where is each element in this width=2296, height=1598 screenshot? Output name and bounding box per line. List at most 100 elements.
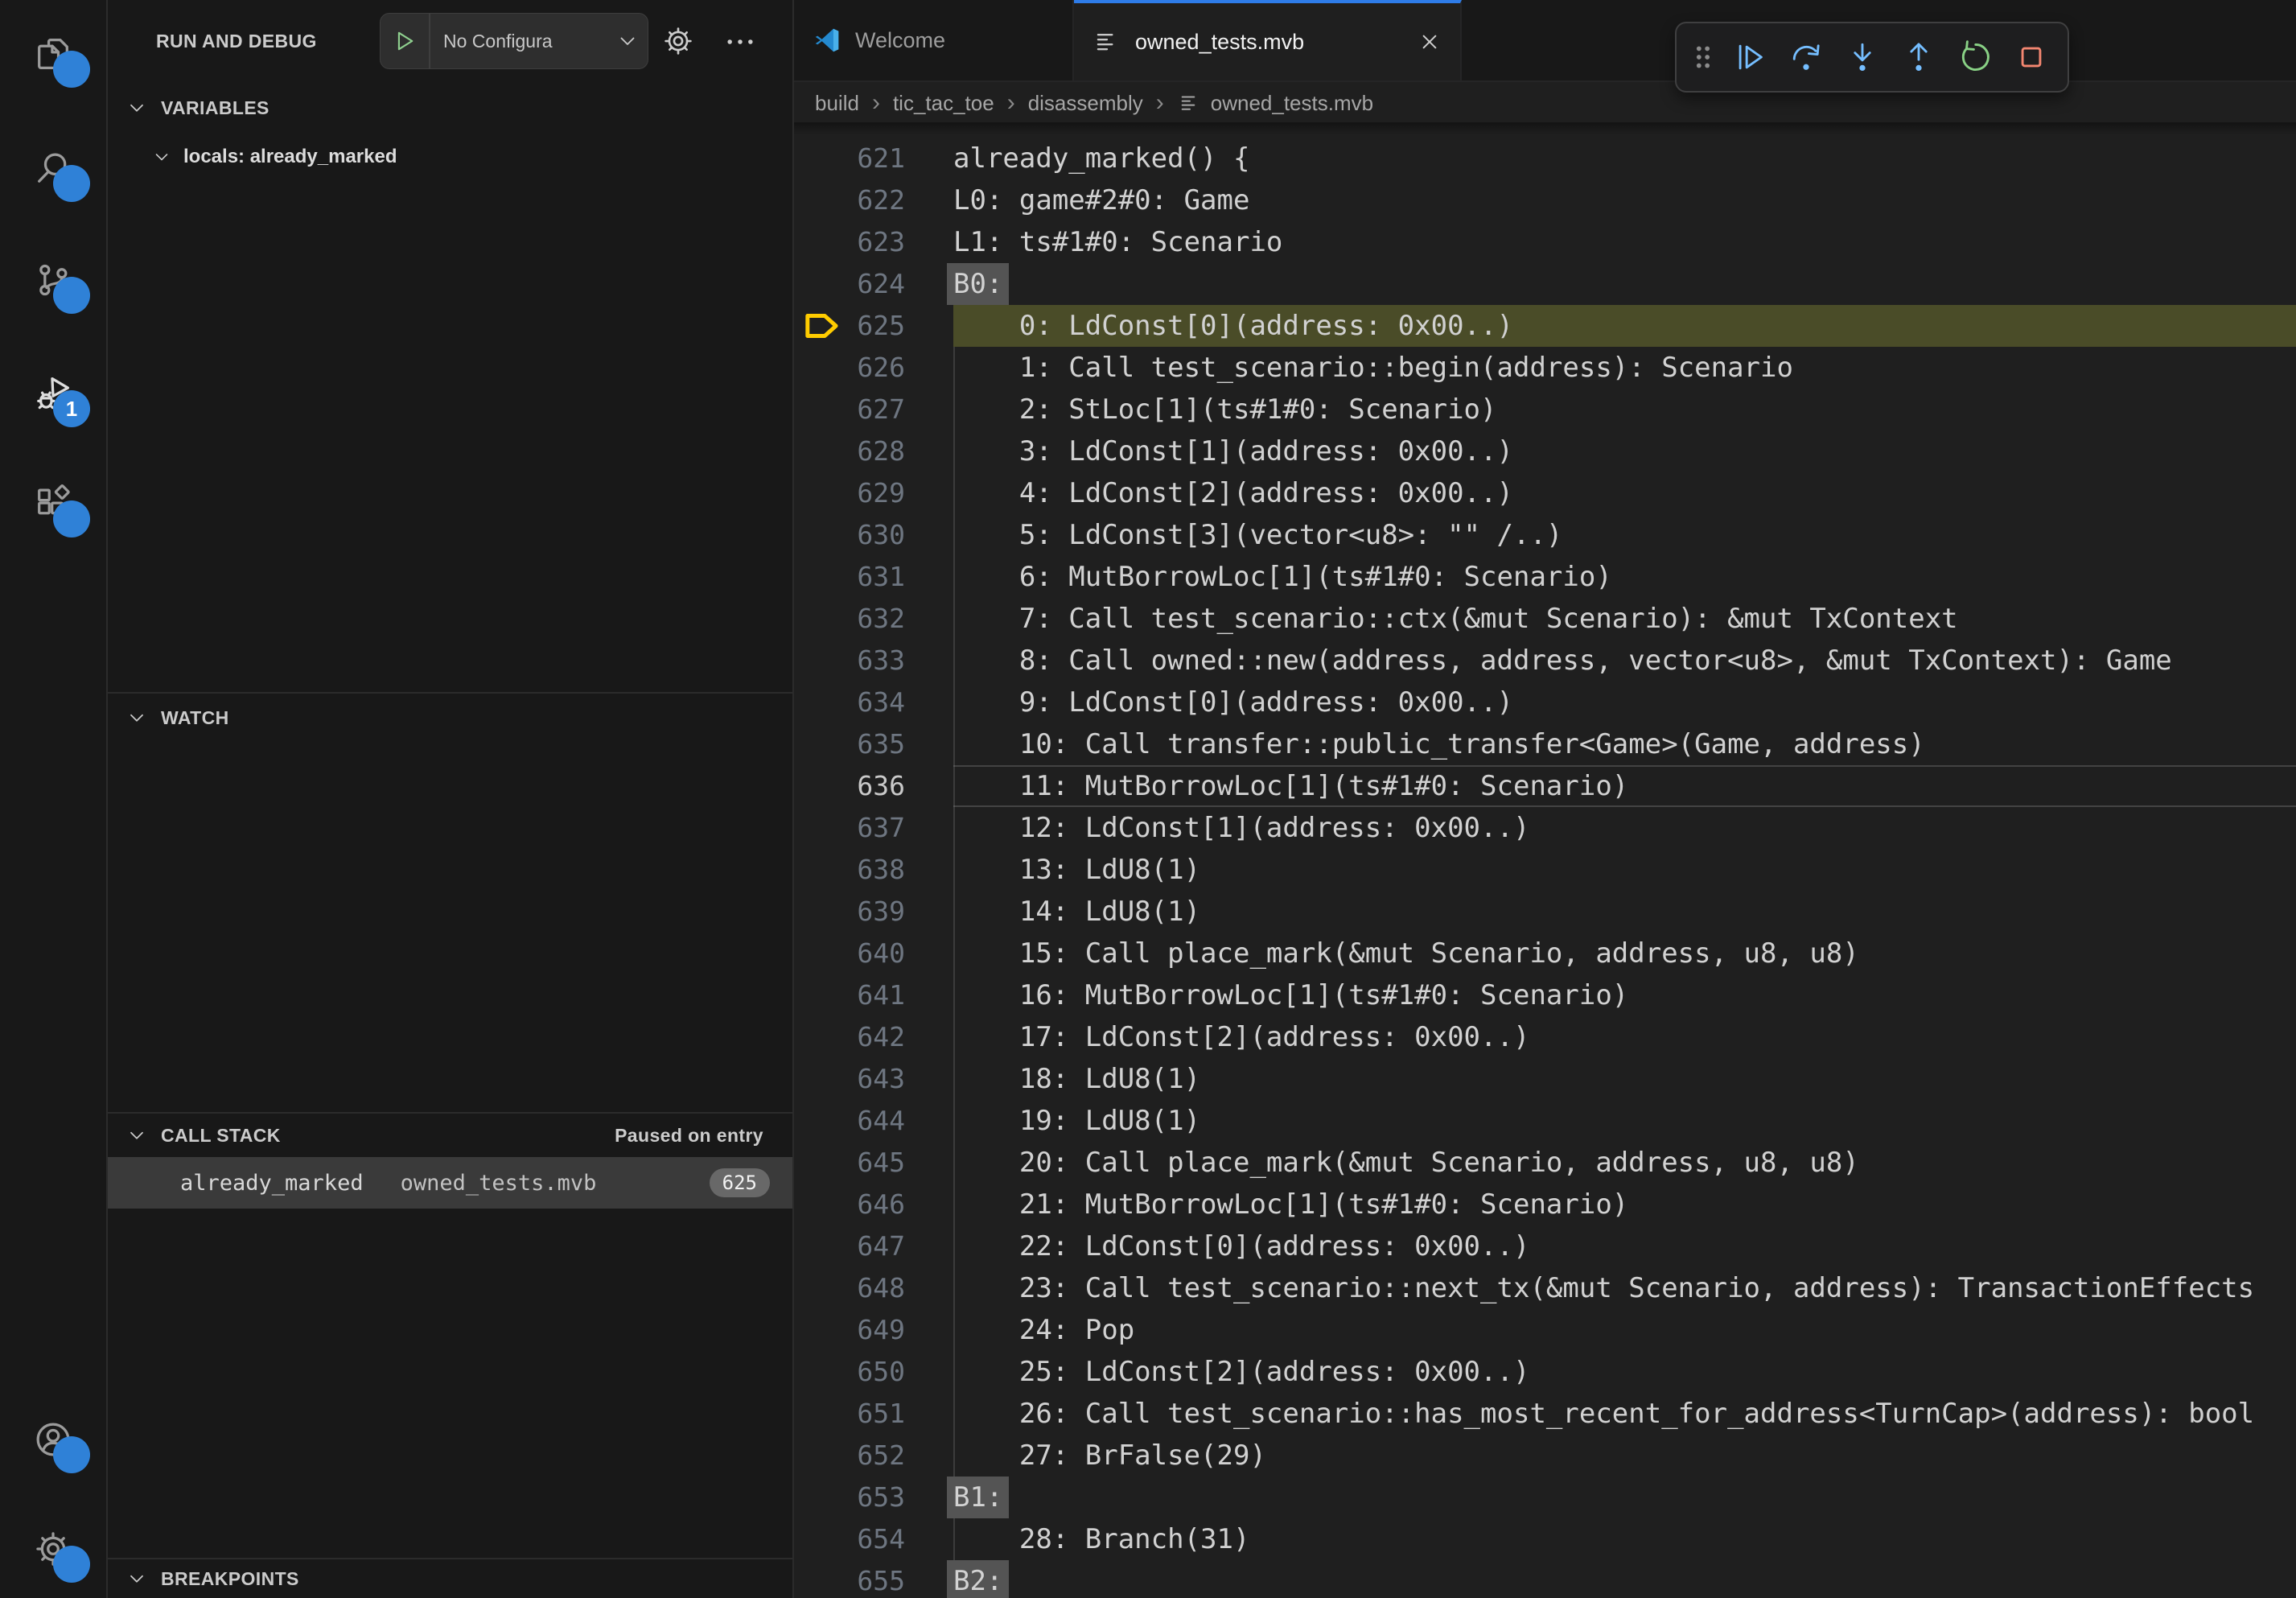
editor-gutter[interactable]: 636: [794, 765, 953, 807]
code-text[interactable]: 21: MutBorrowLoc[1](ts#1#0: Scenario): [953, 1184, 2296, 1225]
editor-gutter[interactable]: 634: [794, 682, 953, 723]
editor-gutter[interactable]: 622: [794, 179, 953, 221]
debug-settings-gear-icon[interactable]: [661, 24, 695, 58]
code-text[interactable]: 10: Call transfer::public_transfer<Game>…: [953, 723, 2296, 765]
breadcrumb-item[interactable]: build: [815, 91, 859, 116]
editor-gutter[interactable]: 646: [794, 1184, 953, 1225]
breadcrumb-item[interactable]: disassembly: [994, 89, 1143, 117]
editor-gutter[interactable]: 651: [794, 1393, 953, 1435]
code-text[interactable]: 20: Call place_mark(&mut Scenario, addre…: [953, 1142, 2296, 1184]
activity-bar-item[interactable]: [32, 259, 74, 301]
start-debugging-icon[interactable]: [391, 27, 418, 55]
code-text[interactable]: 28: Branch(31): [953, 1518, 2296, 1560]
editor-gutter[interactable]: 631: [794, 556, 953, 598]
editor-gutter[interactable]: 655: [794, 1560, 953, 1598]
editor-gutter[interactable]: 629: [794, 472, 953, 514]
code-text[interactable]: 1: Call test_scenario::begin(address): S…: [953, 347, 2296, 389]
code-text[interactable]: 19: LdU8(1): [953, 1100, 2296, 1142]
debug-toolbar-button[interactable]: [1892, 31, 1945, 84]
editor-gutter[interactable]: 653: [794, 1477, 953, 1518]
activity-bar-item[interactable]: 1: [32, 373, 74, 414]
activity-bar-item[interactable]: [32, 1528, 74, 1570]
editor-gutter[interactable]: 645: [794, 1142, 953, 1184]
editor-gutter[interactable]: 630: [794, 514, 953, 556]
editor-gutter[interactable]: 640: [794, 933, 953, 974]
views-more-actions-icon[interactable]: [722, 24, 758, 60]
debug-toolbar-button[interactable]: [1836, 31, 1889, 84]
debug-toolbar-button[interactable]: [2005, 31, 2058, 84]
activity-bar-item[interactable]: [32, 147, 74, 189]
editor-gutter[interactable]: 637: [794, 807, 953, 849]
editor-gutter[interactable]: 648: [794, 1267, 953, 1309]
code-viewport[interactable]: 621 already_marked() { 622 L0: game#2#0:…: [794, 122, 2296, 1598]
editor-gutter[interactable]: 624: [794, 263, 953, 305]
debug-toolbar-button[interactable]: [1780, 31, 1833, 84]
editor-gutter[interactable]: 626: [794, 347, 953, 389]
code-text[interactable]: 13: LdU8(1): [953, 849, 2296, 891]
code-text[interactable]: 27: BrFalse(29): [953, 1435, 2296, 1477]
code-text[interactable]: 25: LdConst[2](address: 0x00..): [953, 1351, 2296, 1393]
code-text[interactable]: 5: LdConst[3](vector<u8>: "" /..): [953, 514, 2296, 556]
code-text[interactable]: 3: LdConst[1](address: 0x00..): [953, 430, 2296, 472]
code-text[interactable]: 0: LdConst[0](address: 0x00..): [953, 305, 2296, 347]
editor-gutter[interactable]: 621: [794, 138, 953, 179]
activity-bar-item[interactable]: [32, 483, 74, 525]
editor-gutter[interactable]: 652: [794, 1435, 953, 1477]
code-text[interactable]: 14: LdU8(1): [953, 891, 2296, 933]
breakpoints-section-header[interactable]: BREAKPOINTS: [108, 1559, 792, 1598]
editor-gutter[interactable]: 654: [794, 1518, 953, 1560]
debug-toolbar-button[interactable]: [1686, 31, 1720, 84]
debug-toolbar-button[interactable]: [1723, 31, 1776, 84]
editor-gutter[interactable]: 625: [794, 305, 953, 347]
debug-toolbar-button[interactable]: [1948, 31, 2002, 84]
code-text[interactable]: 17: LdConst[2](address: 0x00..): [953, 1016, 2296, 1058]
tab-close-icon[interactable]: [1417, 29, 1442, 55]
breadcrumb-item[interactable]: owned_tests.mvb: [1143, 89, 1373, 117]
watch-section-header[interactable]: WATCH: [108, 694, 792, 742]
editor-gutter[interactable]: 643: [794, 1058, 953, 1100]
editor-gutter[interactable]: 633: [794, 640, 953, 682]
editor-gutter[interactable]: 628: [794, 430, 953, 472]
code-text[interactable]: 15: Call place_mark(&mut Scenario, addre…: [953, 933, 2296, 974]
editor-gutter[interactable]: 644: [794, 1100, 953, 1142]
editor-gutter[interactable]: 632: [794, 598, 953, 640]
code-text[interactable]: 18: LdU8(1): [953, 1058, 2296, 1100]
editor-gutter[interactable]: 639: [794, 891, 953, 933]
editor-gutter[interactable]: 635: [794, 723, 953, 765]
editor-gutter[interactable]: 638: [794, 849, 953, 891]
code-text[interactable]: B0:: [953, 263, 2296, 305]
breadcrumb-item[interactable]: tic_tac_toe: [859, 89, 994, 117]
editor-gutter[interactable]: 642: [794, 1016, 953, 1058]
variables-section-header[interactable]: VARIABLES: [108, 82, 792, 134]
editor-tab[interactable]: owned_tests.mvb: [1074, 0, 1462, 80]
code-text[interactable]: already_marked() {: [953, 138, 2296, 179]
editor-gutter[interactable]: 641: [794, 974, 953, 1016]
editor-gutter[interactable]: 649: [794, 1309, 953, 1351]
code-text[interactable]: 7: Call test_scenario::ctx(&mut Scenario…: [953, 598, 2296, 640]
code-text[interactable]: B1:: [953, 1477, 2296, 1518]
editor-tab[interactable]: Welcome: [794, 0, 1074, 80]
editor-gutter[interactable]: 623: [794, 221, 953, 263]
editor-gutter[interactable]: 647: [794, 1225, 953, 1267]
launch-configuration-dropdown[interactable]: No Configura: [380, 13, 648, 69]
code-text[interactable]: 9: LdConst[0](address: 0x00..): [953, 682, 2296, 723]
activity-bar-item[interactable]: [32, 33, 74, 75]
activity-bar-item[interactable]: [32, 1419, 74, 1460]
call-stack-section-header[interactable]: CALL STACK Paused on entry: [108, 1114, 792, 1157]
code-text[interactable]: 26: Call test_scenario::has_most_recent_…: [953, 1393, 2296, 1435]
code-text[interactable]: 12: LdConst[1](address: 0x00..): [953, 807, 2296, 849]
code-text[interactable]: 23: Call test_scenario::next_tx(&mut Sce…: [953, 1267, 2296, 1309]
code-text[interactable]: 16: MutBorrowLoc[1](ts#1#0: Scenario): [953, 974, 2296, 1016]
editor-gutter[interactable]: 627: [794, 389, 953, 430]
code-text[interactable]: 11: MutBorrowLoc[1](ts#1#0: Scenario): [953, 765, 2296, 807]
code-text[interactable]: 6: MutBorrowLoc[1](ts#1#0: Scenario): [953, 556, 2296, 598]
call-stack-frame[interactable]: already_marked owned_tests.mvb 625: [108, 1157, 792, 1209]
code-text[interactable]: 8: Call owned::new(address, address, vec…: [953, 640, 2296, 682]
editor-gutter[interactable]: 650: [794, 1351, 953, 1393]
code-text[interactable]: B2:: [953, 1560, 2296, 1598]
code-text[interactable]: 4: LdConst[2](address: 0x00..): [953, 472, 2296, 514]
code-text[interactable]: 2: StLoc[1](ts#1#0: Scenario): [953, 389, 2296, 430]
code-text[interactable]: L0: game#2#0: Game: [953, 179, 2296, 221]
code-text[interactable]: L1: ts#1#0: Scenario: [953, 221, 2296, 263]
code-text[interactable]: 22: LdConst[0](address: 0x00..): [953, 1225, 2296, 1267]
